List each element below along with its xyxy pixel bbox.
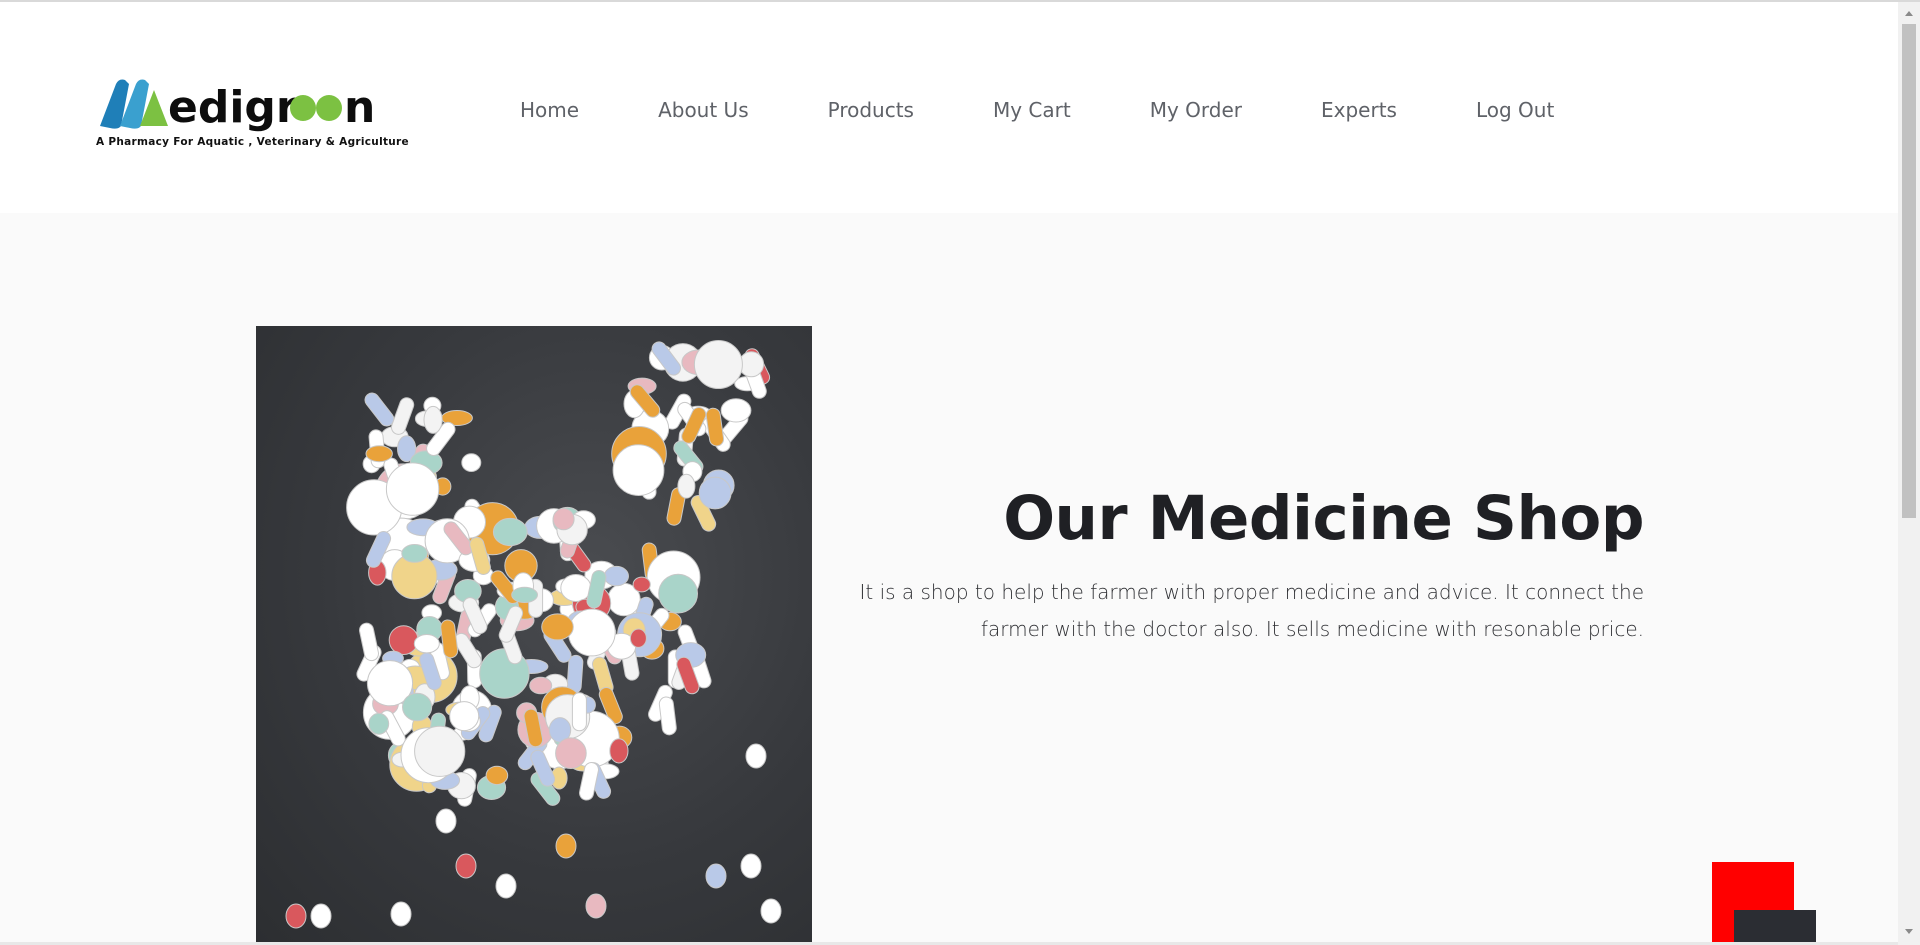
brand-tagline: A Pharmacy For Aquatic , Veterinary & Ag…	[96, 136, 409, 148]
pill-shape	[658, 696, 677, 736]
pill-shape	[658, 573, 699, 614]
hero-section: Our Medicine Shop It is a shop to help t…	[0, 213, 1898, 945]
pill-shape	[390, 901, 412, 927]
pill-shape	[603, 565, 629, 587]
medigreen-logo-icon: edigr n	[100, 79, 375, 132]
pill-shape	[560, 574, 592, 602]
pill-shape	[745, 743, 767, 769]
pill-shape	[552, 507, 575, 531]
nav-my-order[interactable]: My Order	[1150, 98, 1242, 122]
pill-shape	[529, 676, 553, 695]
hero-title: Our Medicine Shop	[1003, 483, 1644, 554]
vertical-scrollbar[interactable]	[1898, 2, 1920, 945]
pill-shape	[555, 833, 577, 859]
pill-shape	[364, 392, 395, 427]
pills-chicken-image	[285, 340, 782, 929]
main-nav: Home About Us Products My Cart My Order …	[520, 98, 1633, 122]
pill-shape	[414, 725, 466, 777]
pill-shape	[435, 808, 457, 834]
pill-shape	[485, 765, 509, 786]
pill-shape	[585, 893, 607, 919]
pill-shape	[455, 853, 477, 879]
pill-shape	[677, 473, 696, 499]
pill-shape	[705, 863, 727, 889]
pill-shape	[760, 898, 782, 924]
nav-log-out[interactable]: Log Out	[1476, 98, 1554, 122]
pill-shape	[423, 405, 443, 434]
pill-shape	[495, 873, 517, 899]
nav-my-cart[interactable]: My Cart	[993, 98, 1071, 122]
pill-shape	[511, 586, 539, 603]
nav-experts[interactable]: Experts	[1321, 98, 1397, 122]
pill-shape	[693, 340, 743, 389]
pill-shape	[359, 622, 379, 662]
pill-shape	[698, 476, 732, 510]
site-header: edigr n A Pharmacy For Aquatic , Veterin…	[0, 2, 1898, 213]
pill-shape	[413, 634, 440, 654]
decor-dark-square	[1734, 910, 1816, 945]
pill-shape	[632, 576, 651, 593]
brand-logo[interactable]: edigr n A Pharmacy For Aquatic , Veterin…	[96, 76, 416, 156]
nav-products[interactable]: Products	[828, 98, 914, 122]
hero-image	[256, 326, 812, 945]
pill-shape	[571, 692, 587, 732]
pill-shape	[740, 853, 762, 879]
pill-shape	[609, 738, 629, 764]
nav-about-us[interactable]: About Us	[658, 98, 749, 122]
svg-text:edigr: edigr	[168, 82, 298, 132]
pill-shape	[492, 517, 528, 547]
pill-shape	[385, 462, 440, 516]
pill-shape	[365, 445, 393, 463]
pill-shape	[541, 613, 574, 641]
pill-shape	[720, 398, 752, 423]
pill-shape	[567, 608, 616, 657]
pill-shape	[612, 444, 665, 497]
pill-shape	[629, 628, 647, 648]
pill-shape	[401, 544, 428, 563]
pill-shape	[285, 903, 307, 929]
nav-home[interactable]: Home	[520, 98, 579, 122]
pill-shape	[388, 625, 419, 656]
pill-shape	[402, 692, 433, 722]
hero-description: It is a shop to help the farmer with pro…	[859, 580, 1644, 641]
scroll-up-arrow-icon[interactable]	[1898, 6, 1920, 20]
pill-shape	[368, 712, 390, 735]
scrollbar-thumb[interactable]	[1902, 24, 1916, 518]
pill-shape	[461, 453, 482, 473]
scroll-down-arrow-icon[interactable]	[1898, 925, 1920, 939]
svg-text:n: n	[344, 82, 375, 132]
pill-shape	[449, 701, 480, 732]
pill-shape	[310, 903, 332, 929]
pill-shape	[555, 737, 587, 770]
